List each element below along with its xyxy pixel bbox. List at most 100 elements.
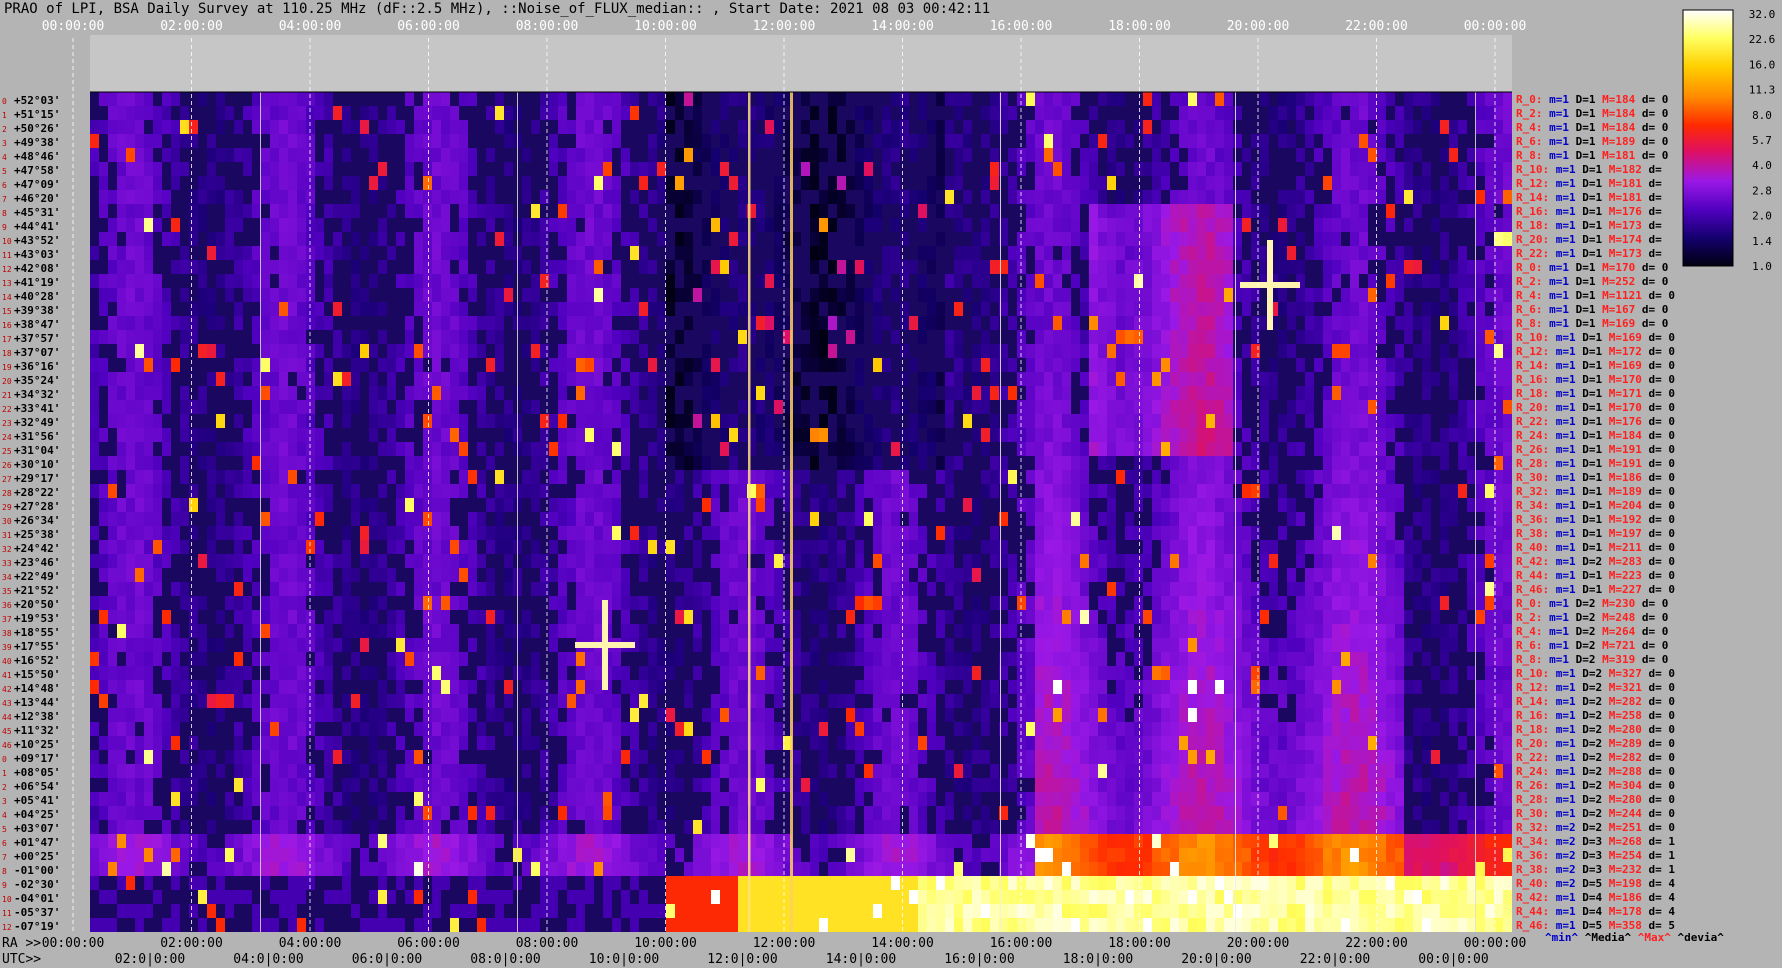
dec-label: +01°47': [14, 836, 60, 849]
dec-label: +11°32': [14, 724, 60, 737]
survey-heatmap: 00:00:00 02:00:00 04:00:00 06:00:00 08:00:00…: [2, 8, 1776, 967]
info-row: R_42: m=1 D=4 M=186 d= 4: [1516, 891, 1675, 904]
dec-label: -04°01': [14, 892, 60, 905]
streak: [517, 92, 518, 932]
info-row: R_36: m=1 D=1 M=192 d= 0: [1516, 513, 1675, 526]
row-index: 3: [2, 139, 7, 148]
top-tick-label: 06:00:00: [397, 19, 460, 34]
dec-label: -05°37': [14, 906, 60, 919]
streak: [260, 92, 261, 932]
info-row: R_6: m=1 D=1 M=167 d= 0: [1516, 303, 1668, 316]
colorbar: 32.0 22.6 16.0 11.3 8.0 5.7 4.0 2.8 2.0 1.4 1.0: [1682, 8, 1776, 273]
row-index: 45: [2, 727, 12, 736]
row-index: 5: [2, 825, 7, 834]
colorbar-tick: 22.6: [1749, 33, 1776, 46]
info-row: R_44: m=1 D=4 M=178 d= 4: [1516, 905, 1675, 918]
utc-tick-label: 22:0|0:00: [1300, 952, 1370, 967]
colorbar-tick: 1.0: [1752, 260, 1772, 273]
row-index: 34: [2, 573, 12, 582]
row-index: 22: [2, 405, 12, 414]
dec-label: +42°08': [14, 262, 60, 275]
dec-label: +18°55': [14, 626, 60, 639]
row-index: 10: [2, 895, 12, 904]
info-row: R_16: m=1 D=2 M=258 d= 0: [1516, 709, 1675, 722]
row-index: 20: [2, 377, 12, 386]
streak: [1235, 92, 1236, 932]
info-row: R_14: m=1 D=1 M=169 d= 0: [1516, 359, 1675, 372]
top-tick-label: 18:00:00: [1108, 19, 1171, 34]
info-row: R_8: m=1 D=1 M=181 d= 0: [1516, 149, 1668, 162]
dec-label: +29°17': [14, 472, 60, 485]
dec-label: +13°44': [14, 696, 60, 709]
dec-label: +06°54': [14, 780, 60, 793]
info-row: R_14: m=1 D=1 M=181 d=: [1516, 191, 1662, 204]
row-index: 24: [2, 433, 12, 442]
top-tick-label: 22:00:00: [1345, 19, 1408, 34]
ra-tick-label: 20:00:00: [1227, 936, 1290, 951]
dec-label: +48°46': [14, 150, 60, 163]
row-index: 9: [2, 223, 7, 232]
info-row: R_40: m=1 D=1 M=211 d= 0: [1516, 541, 1675, 554]
streak: [790, 92, 793, 932]
dec-label: +08°05': [14, 766, 60, 779]
row-index: 9: [2, 881, 7, 890]
dec-label: +25°38': [14, 528, 60, 541]
row-index: 13: [2, 279, 12, 288]
dec-label: +16°52': [14, 654, 60, 667]
dec-label: +46°20': [14, 192, 60, 205]
row-index: 42: [2, 685, 12, 694]
info-row: R_2: m=1 D=1 M=184 d= 0: [1516, 107, 1668, 120]
dec-label: -02°30': [14, 878, 60, 891]
dec-label: +52°03': [14, 94, 60, 107]
top-tick-label: 20:00:00: [1227, 19, 1290, 34]
row-index: 8: [2, 209, 7, 218]
dec-label: -01°00': [14, 864, 60, 877]
top-tick-label: 00:00:00: [1464, 19, 1527, 34]
colorbar-tick: 1.4: [1752, 235, 1772, 248]
info-row: R_24: m=1 D=2 M=288 d= 0: [1516, 765, 1675, 778]
row-index: 28: [2, 489, 12, 498]
dec-label: +09°17': [14, 752, 60, 765]
info-row: R_32: m=2 D=2 M=251 d= 0: [1516, 821, 1675, 834]
utc-axis-label: UTC>>: [2, 952, 41, 967]
info-row: R_12: m=1 D=1 M=172 d= 0: [1516, 345, 1675, 358]
utc-tick-label: 10:0|0:00: [589, 952, 659, 967]
row-index: 21: [2, 391, 12, 400]
row-index: 4: [2, 811, 7, 820]
row-index: 26: [2, 461, 12, 470]
dec-label: +04°25': [14, 808, 60, 821]
info-row: R_22: m=1 D=1 M=173 d=: [1516, 247, 1662, 260]
top-strip: [90, 35, 1512, 92]
info-row: R_40: m=2 D=5 M=198 d= 4: [1516, 877, 1675, 890]
info-row: R_4: m=1 D=2 M=264 d= 0: [1516, 625, 1668, 638]
info-row: R_12: m=1 D=1 M=181 d=: [1516, 177, 1662, 190]
dec-label: +36°16': [14, 360, 60, 373]
ra-tick-label: 18:00:00: [1108, 936, 1171, 951]
row-index: 29: [2, 503, 12, 512]
dec-label: +27°28': [14, 500, 60, 513]
row-index: 3: [2, 797, 7, 806]
dec-label: +15°50': [14, 668, 60, 681]
dec-label: +45°31': [14, 206, 60, 219]
dec-label: +43°03': [14, 248, 60, 261]
dec-label: +26°34': [14, 514, 60, 527]
info-row: R_26: m=1 D=1 M=191 d= 0: [1516, 443, 1675, 456]
ra-tick-label: 16:00:00: [990, 936, 1053, 951]
utc-tick-label: 14:0|0:00: [826, 952, 896, 967]
top-tick-label: 10:00:00: [634, 19, 697, 34]
row-index: 41: [2, 671, 12, 680]
row-index: 37: [2, 615, 12, 624]
colorbar-tick: 2.0: [1752, 210, 1772, 223]
row-index: 0: [2, 755, 7, 764]
row-index: 16: [2, 321, 12, 330]
info-row: R_22: m=1 D=1 M=176 d= 0: [1516, 415, 1675, 428]
top-tick-label: 16:00:00: [990, 19, 1053, 34]
ra-axis-label: RA >>: [2, 936, 41, 951]
colorbar-tick: 8.0: [1752, 109, 1772, 122]
colorbar-tick: 4.0: [1752, 159, 1772, 172]
info-row: R_14: m=1 D=2 M=282 d= 0: [1516, 695, 1675, 708]
row-index: 40: [2, 657, 12, 666]
dec-label: +12°38': [14, 710, 60, 723]
ra-tick-label: 10:00:00: [634, 936, 697, 951]
info-legend: ^min^ ^Media^ ^Max^ ^devia^: [1545, 931, 1724, 944]
